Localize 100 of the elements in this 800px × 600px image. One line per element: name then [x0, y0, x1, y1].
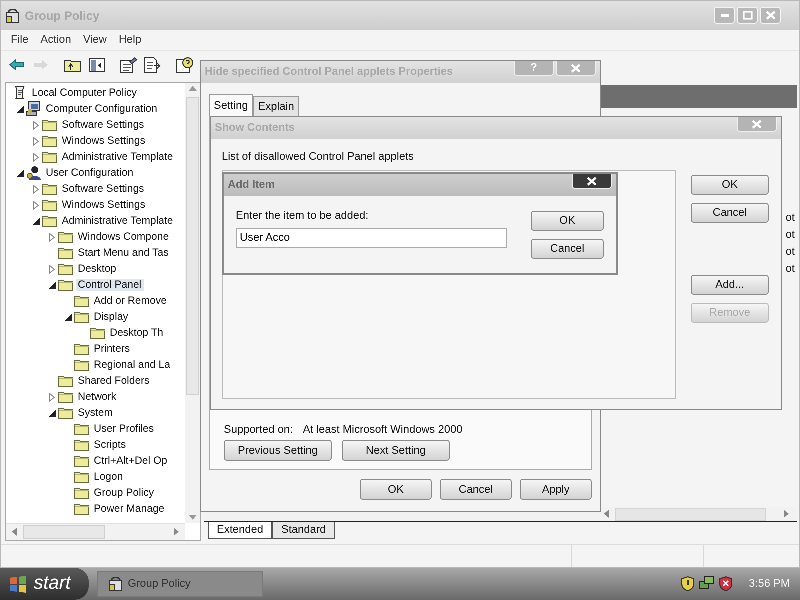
dialog-button[interactable]: Cancel: [531, 239, 604, 259]
tree-item[interactable]: Windows Settings: [60, 199, 148, 211]
up-arrow-icon: [188, 86, 196, 91]
help-icon: [176, 56, 194, 74]
tree-item[interactable]: Ctrl+Alt+Del Op: [92, 455, 170, 467]
tree-item[interactable]: Administrative Template: [60, 151, 176, 163]
tree-item[interactable]: Computer Configuration: [44, 103, 160, 115]
expand-arrow-icon[interactable]: [33, 200, 39, 210]
dialog-button[interactable]: Add...: [691, 275, 769, 295]
close-button[interactable]: [572, 174, 612, 189]
tree-item[interactable]: Windows Compone: [76, 231, 172, 243]
state-cell-text: ot: [786, 246, 796, 260]
left-arrow-icon: [12, 528, 17, 536]
dialog-button[interactable]: OK: [691, 175, 769, 195]
left-arrow-icon: [9, 59, 25, 71]
tree-item[interactable]: Desktop: [76, 263, 119, 275]
tree-item[interactable]: Software Settings: [60, 183, 146, 195]
shield-icon[interactable]: [719, 576, 734, 592]
tree-item[interactable]: User Profiles: [92, 423, 156, 435]
network-icon[interactable]: [699, 576, 716, 592]
left-arrow-icon: [604, 510, 609, 518]
right-arrow-icon: [784, 510, 789, 518]
tree-item[interactable]: Power Manage: [92, 503, 167, 515]
right-arrow-icon: [33, 59, 49, 71]
expand-arrow-icon[interactable]: [33, 120, 39, 130]
tree-item[interactable]: Regional and La: [92, 359, 172, 371]
nav-button[interactable]: Next Setting: [342, 440, 450, 461]
maximize-button[interactable]: [737, 7, 758, 24]
right-arrow-icon: [174, 528, 179, 536]
expand-arrow-icon[interactable]: [49, 232, 55, 242]
tree-item[interactable]: Add or Remove: [92, 295, 169, 307]
properties-icon: [120, 56, 138, 74]
tree-item[interactable]: Local Computer Policy: [30, 87, 140, 99]
flag-icon: [8, 575, 28, 593]
export-list-icon: [144, 56, 162, 74]
maximize-icon: [742, 11, 752, 20]
collapse-arrow-icon[interactable]: [48, 282, 56, 288]
input-field[interactable]: User Acco: [236, 228, 507, 248]
dialog-button[interactable]: Cancel: [440, 479, 512, 500]
down-arrow-icon: [188, 515, 196, 520]
collapse-arrow-icon[interactable]: [32, 218, 40, 224]
expand-arrow-icon[interactable]: [33, 152, 39, 162]
minimize-button[interactable]: [714, 7, 735, 24]
tree-item[interactable]: User Configuration: [44, 167, 136, 179]
tree-item[interactable]: Software Settings: [60, 119, 146, 131]
scroll-bar[interactable]: [185, 83, 200, 523]
expand-arrow-icon[interactable]: [33, 136, 39, 146]
menu-item[interactable]: Action: [36, 34, 76, 46]
tree-item[interactable]: Printers: [92, 343, 132, 355]
tree-item[interactable]: Control Panel: [76, 279, 144, 291]
start-button[interactable]: start: [0, 568, 89, 600]
menu-item[interactable]: View: [79, 34, 111, 46]
close-icon: [766, 11, 776, 20]
tree-item[interactable]: System: [76, 407, 116, 419]
tree-item[interactable]: Network: [76, 391, 119, 403]
menu-item[interactable]: Help: [114, 34, 146, 46]
tab[interactable]: Setting: [209, 94, 254, 116]
dialog-button[interactable]: Cancel: [691, 203, 769, 223]
nav-button[interactable]: Previous Setting: [224, 440, 332, 461]
expand-arrow-icon[interactable]: [49, 264, 55, 274]
state-cell-text: ot: [786, 263, 796, 277]
tree-item[interactable]: Scripts: [92, 439, 128, 451]
tree-item[interactable]: Group Policy: [92, 487, 156, 499]
clock: 3:56 PM: [749, 578, 790, 590]
dialog-button[interactable]: OK: [360, 479, 432, 500]
tree-item[interactable]: Start Menu and Tas: [76, 247, 171, 259]
dialog-button[interactable]: Apply: [520, 479, 592, 500]
tree-item[interactable]: Logon: [92, 471, 126, 483]
scroll-bar[interactable]: [6, 523, 185, 540]
supported-label: Supported on:: [224, 424, 294, 436]
tree-item[interactable]: Windows Settings: [60, 135, 148, 147]
close-icon: [752, 120, 762, 128]
list-label: List of disallowed Control Panel applets: [222, 151, 416, 163]
tree-item[interactable]: Display: [92, 311, 130, 323]
tab[interactable]: Explain: [253, 96, 300, 116]
computer-icon: [26, 101, 42, 117]
collapse-arrow-icon[interactable]: [16, 106, 24, 112]
collapse-arrow-icon[interactable]: [48, 410, 56, 416]
panel-toggle-icon: [88, 58, 106, 72]
prompt-label: Enter the item to be added:: [236, 210, 370, 222]
shield-icon[interactable]: [681, 576, 696, 592]
state-cell-text: ot: [786, 229, 796, 243]
menu-item[interactable]: File: [7, 34, 33, 46]
tree-item[interactable]: Administrative Template: [60, 215, 176, 227]
dialog-title: Add Item: [228, 179, 276, 191]
close-icon: [571, 64, 581, 72]
state-cell-text: ot: [786, 212, 796, 226]
supported-value: At least Microsoft Windows 2000: [303, 424, 463, 436]
view-tab[interactable]: Standard: [272, 522, 336, 539]
scroll-icon: [12, 85, 28, 101]
expand-arrow-icon[interactable]: [49, 392, 55, 402]
collapse-arrow-icon[interactable]: [64, 314, 72, 320]
collapse-arrow-icon[interactable]: [16, 170, 24, 176]
taskbar-button[interactable]: Group Policy: [96, 571, 263, 597]
dialog-button[interactable]: OK: [531, 211, 604, 231]
expand-arrow-icon[interactable]: [33, 184, 39, 194]
tree-item[interactable]: Desktop Th: [108, 327, 166, 339]
toolbox-icon: [5, 8, 21, 24]
tree-item[interactable]: Shared Folders: [76, 375, 152, 387]
view-tab[interactable]: Extended: [208, 522, 272, 539]
